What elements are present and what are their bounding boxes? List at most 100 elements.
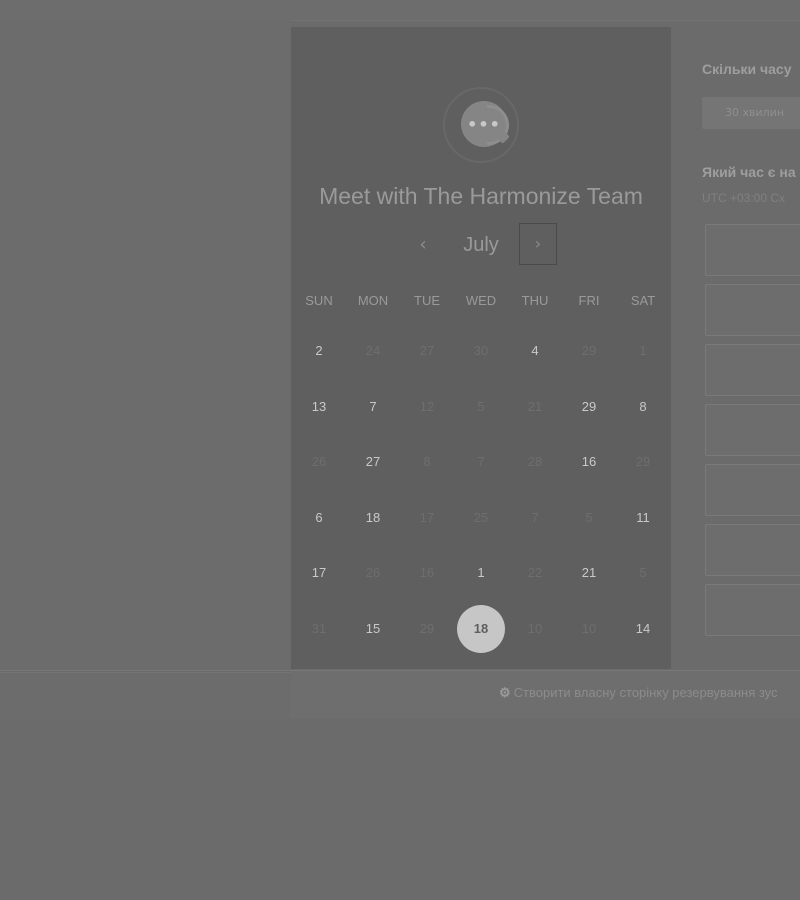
calendar-day-number: 29 — [581, 343, 597, 358]
calendar-day-number: 24 — [365, 343, 381, 358]
month-navigation: ‹ July › — [291, 223, 671, 267]
calendar-day-number: 27 — [419, 343, 435, 358]
calendar-day[interactable]: 1 — [454, 549, 508, 597]
calendar-day-number: 29 — [581, 398, 597, 414]
calendar-day-number: 25 — [473, 509, 489, 525]
calendar-day-number: 18 — [457, 605, 505, 653]
calendar-day-number: 26 — [365, 565, 381, 581]
weekday-fri: FRI — [578, 293, 600, 308]
calendar-day: 12 — [400, 383, 454, 431]
create-booking-page-link[interactable]: ⚙ Створити власну сторінку резервування з… — [499, 685, 778, 701]
left-panel-footer — [0, 672, 291, 721]
calendar-day-number: 12 — [419, 398, 435, 414]
weekday-header: SUN MON TUE WED THU FRI SAT — [291, 293, 671, 313]
calendar-day[interactable]: 2 — [292, 327, 346, 375]
calendar-day-number: 16 — [419, 565, 435, 581]
calendar-day-number: 22 — [527, 565, 543, 581]
calendar-day-number: 10 — [527, 621, 543, 636]
calendar-day-number: 8 — [423, 454, 431, 470]
calendar-day[interactable]: 15 — [346, 605, 400, 653]
calendar-day: 24 — [346, 327, 400, 375]
calendar-day: 29 — [400, 605, 454, 653]
booking-card: ••• Meet with The Harmonize Team ‹ July … — [291, 27, 671, 669]
calendar-day: 16 — [400, 549, 454, 597]
calendar-day-number: 21 — [581, 565, 597, 581]
footer-link-text: Створити власну сторінку резервування зу… — [513, 685, 778, 700]
calendar-day: 7 — [454, 438, 508, 486]
next-month-button[interactable]: › — [519, 223, 557, 265]
calendar-day-number: 28 — [527, 454, 543, 470]
hubspot-sprocket-icon: ⚙ — [499, 685, 511, 700]
calendar-day-number: 5 — [585, 509, 593, 525]
ellipsis-icon: ••• — [467, 114, 501, 134]
team-avatar: ••• — [443, 87, 519, 163]
calendar-day-number: 17 — [419, 509, 435, 525]
calendar-day: 5 — [454, 383, 508, 431]
month-label: July — [463, 234, 499, 256]
calendar-day-number: 30 — [473, 343, 489, 358]
duration-heading: Скільки часу — [702, 61, 792, 77]
calendar-grid: 2 24 27 30 4 29 1 13 7 12 5 21 29 8 26 27 8 7 28 16 29 6 18 17 2… — [291, 327, 671, 669]
time-selection-panel: Скільки часу 30 хвилин Який час є на UTC… — [672, 27, 800, 669]
top-strip — [0, 0, 800, 21]
calendar-day-number: 17 — [311, 565, 327, 581]
page-title: Meet with The Harmonize Team — [319, 183, 643, 209]
calendar-day[interactable]: 21 — [562, 549, 616, 597]
weekday-thu: THU — [521, 293, 549, 308]
duration-option-button[interactable]: 30 хвилин — [702, 97, 800, 129]
prev-month-button[interactable]: ‹ — [411, 231, 435, 259]
time-slot[interactable] — [705, 284, 800, 336]
calendar-day[interactable]: 4 — [508, 327, 562, 375]
calendar-day[interactable]: 27 — [346, 438, 400, 486]
calendar-day-number: 2 — [315, 343, 323, 358]
calendar-day: 31 — [292, 605, 346, 653]
calendar-day-number: 29 — [635, 454, 651, 470]
calendar-day-number: 26 — [311, 454, 327, 470]
calendar-day: 5 — [616, 549, 670, 597]
calendar-day-number: 1 — [477, 565, 485, 581]
calendar-day: 26 — [346, 549, 400, 597]
calendar-day[interactable]: 14 — [616, 605, 670, 653]
calendar-day[interactable]: 6 — [292, 494, 346, 542]
calendar-day-number: 21 — [527, 398, 543, 414]
calendar-day-number: 10 — [581, 621, 597, 636]
time-slot[interactable] — [705, 404, 800, 456]
footer-bar: ⚙ Створити власну сторінку резервування з… — [291, 670, 800, 719]
time-slot[interactable] — [705, 524, 800, 576]
calendar-day: 28 — [508, 438, 562, 486]
calendar-day-number: 14 — [635, 621, 651, 636]
calendar-day-number: 7 — [531, 509, 539, 525]
calendar-day: 27 — [400, 327, 454, 375]
time-slot[interactable] — [705, 464, 800, 516]
weekday-sun: SUN — [305, 293, 333, 308]
calendar-day: 17 — [400, 494, 454, 542]
calendar-day: 8 — [400, 438, 454, 486]
calendar-day: 29 — [616, 438, 670, 486]
weekday-sat: SAT — [630, 293, 656, 308]
calendar-day[interactable]: 11 — [616, 494, 670, 542]
time-slot[interactable] — [705, 584, 800, 636]
calendar-day: 25 — [454, 494, 508, 542]
calendar-day: 21 — [508, 383, 562, 431]
calendar-day-number: 1 — [639, 343, 647, 358]
timezone-label[interactable]: UTC +03:00 Сх — [702, 191, 785, 205]
calendar-day[interactable]: 18 — [346, 494, 400, 542]
calendar-day[interactable]: 13 — [292, 383, 346, 431]
calendar-day[interactable]: 29 — [562, 383, 616, 431]
calendar-day: 7 — [508, 494, 562, 542]
time-slot[interactable] — [705, 344, 800, 396]
calendar-day-number: 8 — [639, 398, 647, 414]
weekday-mon: MON — [357, 293, 389, 308]
calendar-day: 26 — [292, 438, 346, 486]
calendar-day-selected[interactable]: 18 — [454, 605, 508, 653]
time-slot[interactable] — [705, 224, 800, 276]
calendar-day-number: 5 — [639, 565, 647, 581]
calendar-day-number: 11 — [636, 509, 650, 525]
calendar-day: 10 — [562, 605, 616, 653]
calendar-day[interactable]: 8 — [616, 383, 670, 431]
calendar-day: 22 — [508, 549, 562, 597]
calendar-day[interactable]: 16 — [562, 438, 616, 486]
calendar-day[interactable]: 7 — [346, 383, 400, 431]
calendar-day-number: 15 — [365, 621, 381, 636]
calendar-day[interactable]: 17 — [292, 549, 346, 597]
